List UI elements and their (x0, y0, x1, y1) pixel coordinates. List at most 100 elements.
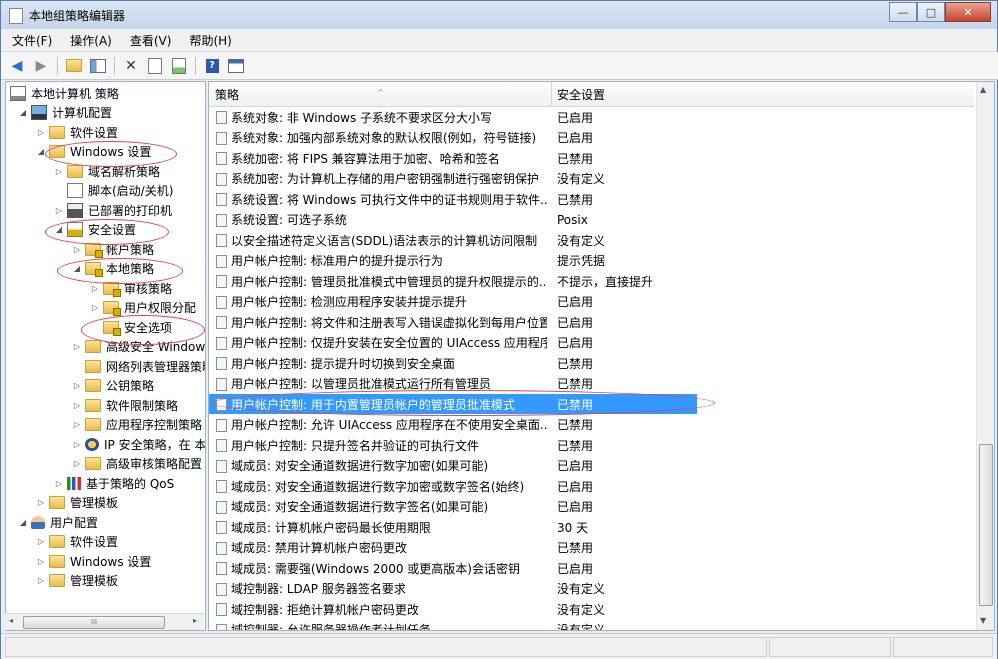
tree-item-software-settings[interactable]: ▷ 软件设置 (36, 123, 118, 142)
policy-row[interactable]: 用户帐户控制: 提示提升时切换到安全桌面 已禁用 (209, 353, 974, 373)
scrollbar-thumb[interactable] (979, 444, 993, 606)
expand-twisty-icon[interactable]: ◢ (54, 225, 64, 234)
policy-row[interactable]: 用户帐户控制: 以管理员批准模式运行所有管理员 已禁用 (209, 374, 974, 394)
properties-icon[interactable] (145, 56, 165, 76)
policy-row[interactable]: 用户帐户控制: 标准用户的提升提示行为 提示凭据 (209, 251, 974, 271)
menu-file[interactable]: 文件(F) (1, 32, 59, 49)
expand-twisty-icon[interactable]: ▷ (36, 128, 46, 137)
expand-twisty-icon[interactable]: ▷ (72, 420, 82, 429)
tree-horizontal-scrollbar[interactable]: ◂ III ▸ (5, 613, 204, 630)
tree-item-advanced-audit[interactable]: ▷ 高级审核策略配置 (72, 454, 202, 473)
expand-twisty-icon[interactable]: ◢ (72, 264, 82, 273)
policy-row[interactable]: 系统对象: 加强内部系统对象的默认权限(例如，符号链接) 已启用 (209, 128, 974, 148)
tree-item-advanced-firewall[interactable]: ▷ 高级安全 Window (72, 337, 205, 356)
tree-item-local-policies[interactable]: ◢ 本地策略 (72, 259, 154, 278)
menu-help[interactable]: 帮助(H) (178, 32, 238, 49)
policy-row[interactable]: 域成员: 需要强(Windows 2000 或更高版本)会话密钥 已启用 (209, 558, 974, 578)
expand-twisty-icon[interactable]: ▷ (90, 284, 100, 293)
tree-pane[interactable]: 本地计算机 策略 ◢ 计算机配置 ▷ 软件设置 ◢ Windows 设置 ▷ 域… (5, 81, 206, 631)
policy-row[interactable]: 域成员: 对安全通道数据进行数字加密或数字签名(始终) 已启用 (209, 476, 974, 496)
column-header-security-setting[interactable]: 安全设置 (551, 82, 977, 106)
expand-twisty-icon[interactable]: ▷ (72, 401, 82, 410)
expand-twisty-icon[interactable]: ◢ (36, 147, 46, 156)
policy-row[interactable]: 域成员: 对安全通道数据进行数字加密(如果可能) 已启用 (209, 456, 974, 476)
console-icon[interactable] (226, 56, 246, 76)
policy-row[interactable]: 用户帐户控制: 将文件和注册表写入错误虚拟化到每用户位置 已启用 (209, 312, 974, 332)
policy-row[interactable]: 域控制器: 允许服务器操作者计划任务 没有定义 (209, 620, 974, 630)
expand-twisty-icon[interactable]: ▷ (36, 498, 46, 507)
tree-item-computer-config[interactable]: ◢ 计算机配置 (18, 103, 112, 122)
policy-row[interactable]: 用户帐户控制: 允许 UIAccess 应用程序在不使用安全桌面... 已禁用 (209, 415, 974, 435)
expand-twisty-icon[interactable]: ▷ (72, 440, 82, 449)
scrollbar-thumb[interactable]: III (23, 616, 165, 629)
tree-item-admin-templates[interactable]: ▷ 管理模板 (36, 493, 118, 512)
up-folder-icon[interactable] (64, 56, 84, 76)
expand-twisty-icon[interactable]: ◢ (18, 108, 28, 117)
scroll-down-icon[interactable]: ▼ (980, 616, 986, 625)
tree-item-account-policies[interactable]: ▷ 帐户策略 (72, 240, 154, 259)
tree-item-windows-settings[interactable]: ◢ Windows 设置 (36, 142, 151, 161)
export-list-icon[interactable] (169, 56, 189, 76)
tree-item-deployed-printers[interactable]: ▷ 已部署的打印机 (54, 201, 172, 220)
expand-twisty-icon[interactable]: ▷ (72, 381, 82, 390)
delete-icon[interactable]: ✕ (121, 56, 141, 76)
policy-row[interactable]: 系统设置: 可选子系统 Posix (209, 210, 974, 230)
expand-twisty-icon[interactable]: ▷ (54, 167, 64, 176)
expand-twisty-icon[interactable]: ▷ (54, 206, 64, 215)
policy-row-selected[interactable]: 用户帐户控制: 用于内置管理员帐户的管理员批准模式 已禁用 (209, 394, 697, 414)
policy-row[interactable]: 域成员: 对安全通道数据进行数字签名(如果可能) 已启用 (209, 497, 974, 517)
scroll-up-icon[interactable]: ▲ (980, 85, 986, 94)
expand-twisty-icon[interactable]: ▷ (72, 245, 82, 254)
help-icon[interactable]: ? (202, 56, 222, 76)
policy-row[interactable]: 以安全描述符定义语言(SDDL)语法表示的计算机访问限制 没有定义 (209, 230, 974, 250)
maximize-button[interactable]: □ (917, 2, 945, 22)
tree-item-user-rights-assignment[interactable]: ▷ 用户权限分配 (90, 298, 196, 317)
tree-item-ip-security[interactable]: ▷ IP 安全策略，在 本 (72, 435, 205, 454)
policy-row[interactable]: 系统对象: 非 Windows 子系统不要求区分大小写 已启用 (209, 107, 974, 127)
policy-row[interactable]: 用户帐户控制: 检测应用程序安装并提示提升 已启用 (209, 292, 974, 312)
expand-twisty-icon[interactable]: ▷ (36, 576, 46, 585)
tree-item-application-control[interactable]: ▷ 应用程序控制策略 (72, 415, 202, 434)
tree-item-security-settings[interactable]: ◢ 安全设置 (54, 220, 136, 239)
tree-item-software-restriction[interactable]: ▷ 软件限制策略 (72, 396, 178, 415)
scroll-left-icon[interactable]: ◂ (9, 616, 13, 625)
policy-row[interactable]: 域控制器: 拒绝计算机帐户密码更改 没有定义 (209, 599, 974, 619)
tree-item-scripts[interactable]: 脚本(启动/关机) (54, 181, 173, 200)
tree-item-local-computer-policy[interactable]: 本地计算机 策略 (10, 84, 119, 103)
tree-item-user-windows-settings[interactable]: ▷ Windows 设置 (36, 552, 151, 571)
menu-view[interactable]: 查看(V) (119, 32, 179, 49)
back-arrow-icon[interactable]: ◀ (7, 56, 27, 76)
show-hide-tree-icon[interactable] (88, 56, 108, 76)
tree-item-user-admin-templates[interactable]: ▷ 管理模板 (36, 571, 118, 590)
expand-twisty-icon[interactable]: ▷ (54, 479, 64, 488)
minimize-button[interactable]: — (889, 2, 917, 22)
column-header-policy[interactable]: 策略 ^ (209, 82, 552, 106)
menu-action[interactable]: 操作(A) (59, 32, 119, 49)
policy-row[interactable]: 域控制器: LDAP 服务器签名要求 没有定义 (209, 579, 974, 599)
tree-item-name-resolution-policy[interactable]: ▷ 域名解析策略 (54, 162, 160, 181)
policy-row[interactable]: 用户帐户控制: 仅提升安装在安全位置的 UIAccess 应用程序 已启用 (209, 333, 974, 353)
title-bar[interactable]: 本地组策略编辑器 — □ ✕ (1, 1, 997, 29)
tree-item-security-options[interactable]: 安全选项 (90, 318, 173, 337)
expand-twisty-icon[interactable]: ▷ (72, 459, 82, 468)
expand-twisty-icon[interactable]: ▷ (90, 303, 100, 312)
tree-item-policy-based-qos[interactable]: ▷ 基于策略的 QoS (54, 474, 174, 493)
scroll-right-icon[interactable]: ▸ (193, 616, 197, 625)
policy-row[interactable]: 域成员: 计算机帐户密码最长使用期限 30 天 (209, 517, 974, 537)
forward-arrow-icon[interactable]: ▶ (31, 56, 51, 76)
expand-twisty-icon[interactable]: ▷ (36, 537, 46, 546)
tree-item-user-config[interactable]: ◢ 用户配置 (18, 513, 98, 532)
policy-row[interactable]: 用户帐户控制: 只提升签名并验证的可执行文件 已禁用 (209, 435, 974, 455)
policy-row[interactable]: 系统加密: 将 FIPS 兼容算法用于加密、哈希和签名 已禁用 (209, 148, 974, 168)
tree-item-user-software-settings[interactable]: ▷ 软件设置 (36, 532, 118, 551)
expand-twisty-icon[interactable]: ▷ (72, 342, 82, 351)
close-button[interactable]: ✕ (945, 2, 991, 22)
list-vertical-scrollbar[interactable]: ▲ ▼ (976, 82, 994, 630)
tree-item-network-list-manager[interactable]: 网络列表管理器策略 (72, 357, 205, 376)
policy-row[interactable]: 系统加密: 为计算机上存储的用户密钥强制进行强密钥保护 没有定义 (209, 169, 974, 189)
expand-twisty-icon[interactable]: ◢ (18, 518, 28, 527)
policy-row[interactable]: 用户帐户控制: 管理员批准模式中管理员的提升权限提示的... 不提示，直接提升 (209, 271, 974, 291)
expand-twisty-icon[interactable]: ▷ (36, 557, 46, 566)
tree-item-audit-policy[interactable]: ▷ 审核策略 (90, 279, 172, 298)
tree-item-public-key-policies[interactable]: ▷ 公钥策略 (72, 376, 154, 395)
